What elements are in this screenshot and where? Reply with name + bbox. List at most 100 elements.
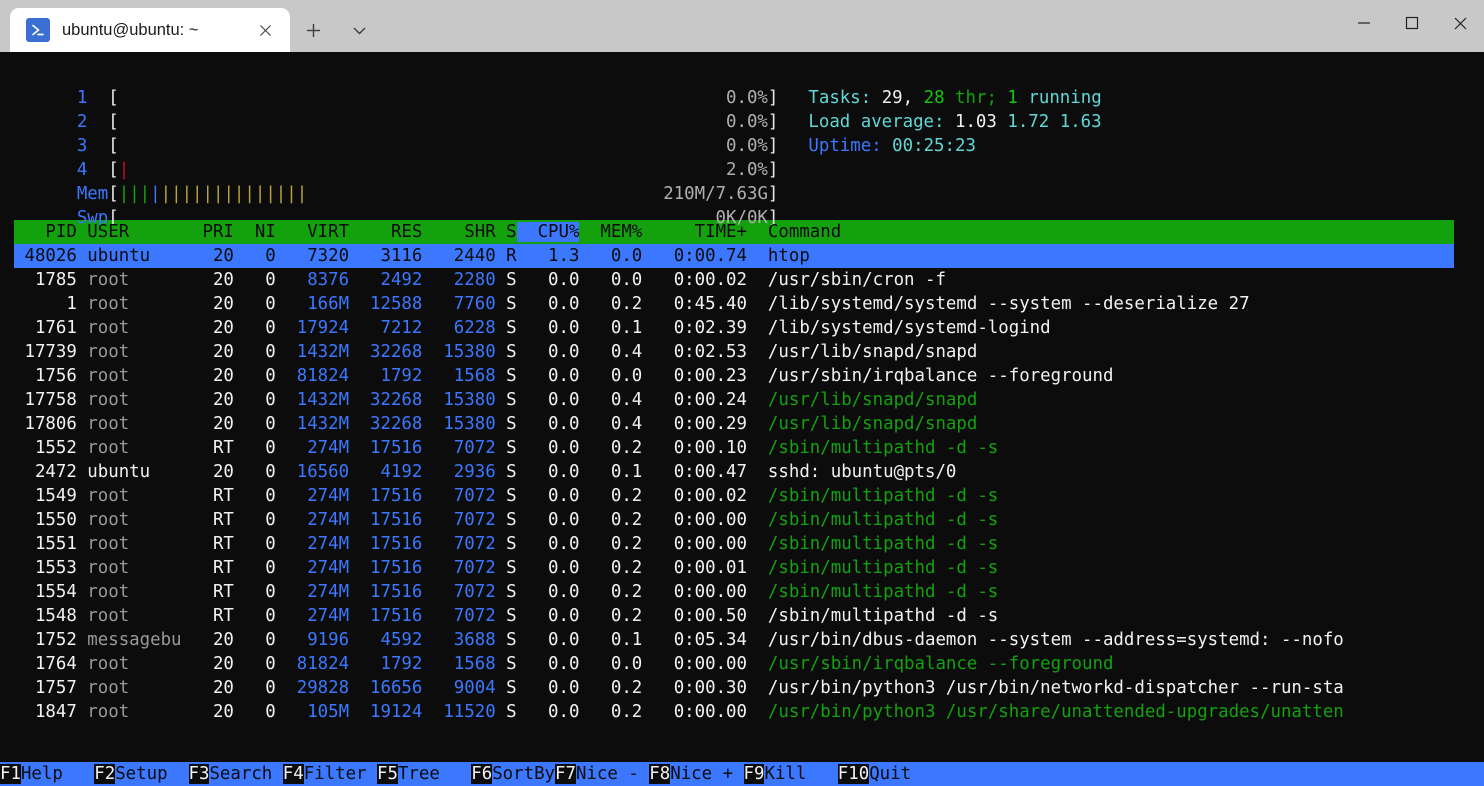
cell-command: htop: [746, 246, 810, 266]
cell-command: /sbin/multipathd -d -s: [746, 438, 999, 458]
cell-mem: 0.0: [579, 246, 643, 266]
cell-command: /sbin/multipathd -d -s: [746, 558, 999, 578]
table-row[interactable]: 1549 root RT 0 274M 17516 7072 S 0.0 0.2…: [0, 484, 1484, 508]
cell-res: 17516: [349, 510, 423, 530]
cell-command: /sbin/multipathd -d -s: [746, 534, 999, 554]
memory-label: Mem: [76, 184, 109, 204]
table-row[interactable]: 17806 root 20 0 1432M 32268 15380 S 0.0 …: [0, 412, 1484, 436]
cell-res: 17516: [349, 486, 423, 506]
function-key-search[interactable]: Search: [209, 764, 283, 784]
cell-ni: 0: [233, 534, 276, 554]
table-row[interactable]: 17739 root 20 0 1432M 32268 15380 S 0.0 …: [0, 340, 1484, 364]
cell-mem: 0.2: [579, 486, 643, 506]
cell-command: /sbin/multipathd -d -s: [746, 510, 999, 530]
minimize-icon[interactable]: [1340, 0, 1388, 46]
load-1min: 1.03: [954, 112, 997, 132]
cell-shr: 1568: [422, 366, 496, 386]
table-row[interactable]: 1554 root RT 0 274M 17516 7072 S 0.0 0.2…: [0, 580, 1484, 604]
table-row[interactable]: 17758 root 20 0 1432M 32268 15380 S 0.0 …: [0, 388, 1484, 412]
function-key-quit[interactable]: Quit: [869, 764, 943, 784]
cell-command: /lib/systemd/systemd --system --deserial…: [746, 294, 1250, 314]
cell-virt: 105M: [275, 702, 350, 722]
cell-res: 4192: [349, 462, 423, 482]
cell-pid: 1554: [14, 582, 77, 602]
cell-ni: 0: [233, 390, 276, 410]
cell-state: S: [495, 702, 517, 722]
function-key-kill[interactable]: Kill: [764, 764, 838, 784]
cell-ni: 0: [233, 318, 276, 338]
terminal-tab[interactable]: ubuntu@ubuntu: ~: [10, 8, 290, 52]
cell-pri: 20: [192, 366, 234, 386]
cell-pid: 1785: [14, 270, 77, 290]
column-header-mem: MEM%: [579, 222, 643, 242]
table-row[interactable]: 1550 root RT 0 274M 17516 7072 S 0.0 0.2…: [0, 508, 1484, 532]
chevron-down-icon[interactable]: [336, 8, 382, 52]
cell-pri: RT: [192, 486, 234, 506]
function-key-nice[interactable]: Nice -: [575, 764, 650, 784]
table-row[interactable]: 1553 root RT 0 274M 17516 7072 S 0.0 0.2…: [0, 556, 1484, 580]
function-key-help[interactable]: Help: [20, 764, 95, 784]
cell-cpu: 0.0: [516, 318, 580, 338]
cell-res: 2492: [349, 270, 423, 290]
table-row[interactable]: 1764 root 20 0 81824 1792 1568 S 0.0 0.0…: [0, 652, 1484, 676]
cell-virt: 274M: [275, 486, 350, 506]
cell-shr: 1568: [422, 654, 496, 674]
function-key-nice[interactable]: Nice +: [670, 764, 744, 784]
function-key-tree[interactable]: Tree: [397, 764, 472, 784]
close-tab-icon[interactable]: [250, 15, 280, 45]
table-row[interactable]: 1756 root 20 0 81824 1792 1568 S 0.0 0.0…: [0, 364, 1484, 388]
cell-user: root: [76, 342, 192, 362]
cell-mem: 0.2: [579, 558, 643, 578]
table-row[interactable]: 1 root 20 0 166M 12588 7760 S 0.0 0.2 0:…: [0, 292, 1484, 316]
maximize-icon[interactable]: [1388, 0, 1436, 46]
cell-shr: 7072: [422, 486, 496, 506]
table-row[interactable]: 1761 root 20 0 17924 7212 6228 S 0.0 0.1…: [0, 316, 1484, 340]
cell-state: S: [495, 678, 517, 698]
cell-user: root: [76, 294, 192, 314]
cell-ni: 0: [233, 366, 276, 386]
close-icon[interactable]: [1436, 0, 1484, 46]
cpu-value-1: 0.0%: [726, 88, 768, 108]
cell-res: 3116: [349, 246, 423, 266]
cell-mem: 0.2: [579, 606, 643, 626]
cell-state: R: [495, 246, 517, 266]
table-row[interactable]: 48026 ubuntu 20 0 7320 3116 2440 R 1.3 0…: [14, 244, 1454, 268]
function-key-bar[interactable]: F1Help F2Setup F3Search F4Filter F5Tree …: [0, 762, 1484, 786]
new-tab-button[interactable]: [290, 8, 336, 52]
table-row[interactable]: 1548 root RT 0 274M 17516 7072 S 0.0 0.2…: [0, 604, 1484, 628]
cell-cpu: 0.0: [516, 654, 580, 674]
cell-pid: 17739: [14, 342, 77, 362]
cell-time: 0:00.23: [642, 366, 747, 386]
load-15min: 1.63: [1059, 112, 1102, 132]
table-row[interactable]: 1757 root 20 0 29828 16656 9004 S 0.0 0.…: [0, 676, 1484, 700]
table-row[interactable]: 1752 messagebu 20 0 9196 4592 3688 S 0.0…: [0, 628, 1484, 652]
process-table-body[interactable]: 48026 ubuntu 20 0 7320 3116 2440 R 1.3 0…: [0, 244, 1484, 724]
cell-ni: 0: [233, 654, 276, 674]
table-row[interactable]: 1785 root 20 0 8376 2492 2280 S 0.0 0.0 …: [0, 268, 1484, 292]
column-header-pri: PRI: [192, 222, 234, 242]
cell-state: S: [495, 582, 517, 602]
function-key-setup[interactable]: Setup: [115, 764, 189, 784]
process-table-header[interactable]: PID USER PRI NI VIRT RES SHR S CPU% MEM%…: [14, 220, 1454, 244]
table-row[interactable]: 1847 root 20 0 105M 19124 11520 S 0.0 0.…: [0, 700, 1484, 724]
process-table[interactable]: PID USER PRI NI VIRT RES SHR S CPU% MEM%…: [0, 220, 1484, 724]
cell-command: sshd: ubuntu@pts/0: [746, 462, 957, 482]
cell-time: 0:00.29: [642, 414, 747, 434]
cell-time: 0:00.74: [642, 246, 747, 266]
cell-cpu: 0.0: [516, 678, 580, 698]
cell-command: /sbin/multipathd -d -s: [746, 606, 999, 626]
cell-time: 0:00.00: [642, 702, 747, 722]
terminal-viewport[interactable]: 1 [ 0.0%] Tasks: 29, 28 thr; 1 running 2 …: [0, 52, 1484, 786]
cell-ni: 0: [233, 702, 276, 722]
cell-mem: 0.1: [579, 318, 643, 338]
table-row[interactable]: 2472 ubuntu 20 0 16560 4192 2936 S 0.0 0…: [0, 460, 1484, 484]
function-key-filter[interactable]: Filter: [303, 764, 377, 784]
table-row[interactable]: 1551 root RT 0 274M 17516 7072 S 0.0 0.2…: [0, 532, 1484, 556]
uptime-value: 00:25:23: [892, 136, 976, 156]
function-key-number: F5: [377, 764, 398, 784]
function-key-number: F8: [649, 764, 671, 784]
cell-ni: 0: [233, 582, 276, 602]
cell-virt: 274M: [275, 534, 350, 554]
function-key-sortby[interactable]: SortBy: [492, 764, 556, 784]
table-row[interactable]: 1552 root RT 0 274M 17516 7072 S 0.0 0.2…: [0, 436, 1484, 460]
